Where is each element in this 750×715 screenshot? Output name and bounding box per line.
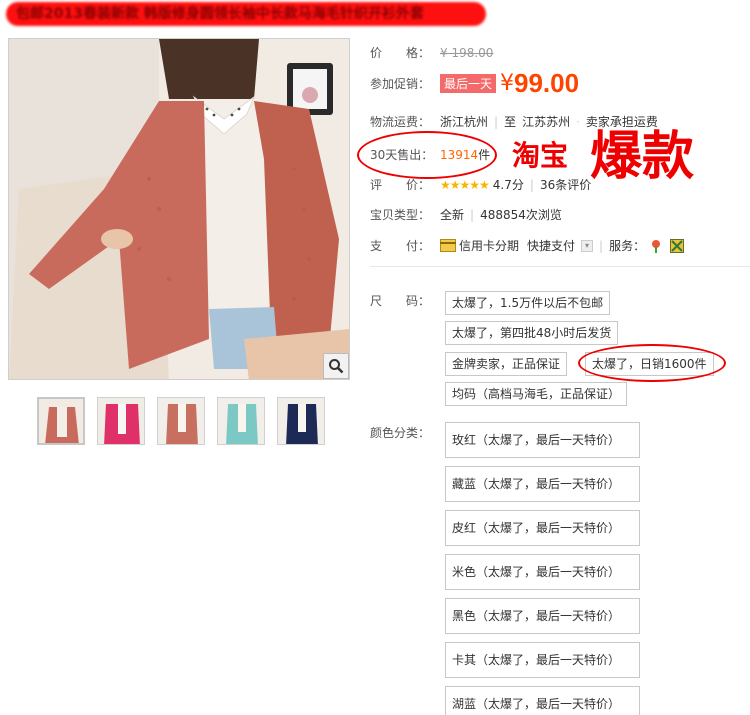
currency-symbol: ¥ <box>500 71 515 96</box>
size-option[interactable]: 均码（高档马海毛，正品保证） <box>445 382 628 406</box>
shipping-to-prefix: 至 <box>504 115 517 129</box>
color-option[interactable]: 湖蓝（太爆了，最后一天特价） <box>445 686 640 715</box>
chevron-down-icon[interactable]: ▾ <box>581 239 594 252</box>
sales-annotation-circle <box>357 131 497 179</box>
daily-sales-annotation-circle <box>578 344 726 382</box>
color-option[interactable]: 藏蓝（太爆了，最后一天特价） <box>445 466 640 502</box>
size-label: 尺 码： <box>370 294 431 308</box>
reviews-link[interactable]: 36条评价 <box>540 176 591 193</box>
original-price: ¥ 198.00 <box>440 45 494 60</box>
divider-bar: | <box>494 114 499 129</box>
hot-item-overlay-text: 爆款 <box>590 127 695 187</box>
size-option[interactable]: 金牌卖家，正品保证 <box>445 352 568 376</box>
promotion-badge: 最后一天 <box>440 74 497 93</box>
product-title: 包邮2013春装新款 韩版修身圆领长袖中长款马海毛针织开衫外套 <box>6 2 486 26</box>
price-label: 价 格： <box>370 46 431 60</box>
shipping-destination[interactable]: 江苏苏州 <box>522 113 570 130</box>
dropdown-dot: · <box>576 114 580 129</box>
divider-bar: | <box>470 207 475 222</box>
thumbnail-navy[interactable] <box>277 397 325 445</box>
thumbnail-aqua[interactable] <box>217 397 265 445</box>
price-row: 价 格： ¥ 198.00 <box>370 44 493 61</box>
color-option[interactable]: 米色（太爆了，最后一天特价） <box>445 554 640 590</box>
promotion-row: 参加促销： 最后一天 ¥ 99.00 <box>370 68 579 99</box>
size-option[interactable]: 太爆了，1.5万件以后不包邮 <box>445 291 611 315</box>
service-label: 服务： <box>609 239 646 253</box>
credit-card-icon <box>440 239 456 252</box>
thumbnail-coral[interactable] <box>37 397 85 445</box>
color-label: 颜色分类： <box>370 426 431 440</box>
product-photo <box>9 39 349 379</box>
color-option[interactable]: 玫红（太爆了，最后一天特价） <box>445 422 640 458</box>
promotion-price: 99.00 <box>514 68 580 98</box>
color-option[interactable]: 黑色（太爆了，最后一天特价） <box>445 598 640 634</box>
payment-label: 支 付： <box>370 239 431 253</box>
magnifier-icon[interactable] <box>323 353 349 379</box>
color-option[interactable]: 卡其（太爆了，最后一天特价） <box>445 642 640 678</box>
item-type-label: 宝贝类型： <box>370 208 431 222</box>
section-divider <box>370 266 750 267</box>
color-option[interactable]: 皮红（太爆了，最后一天特价） <box>445 510 640 546</box>
divider-bar: | <box>599 238 604 253</box>
thumbnail-pink-red[interactable] <box>157 397 205 445</box>
view-count: 488854次浏览 <box>480 208 562 222</box>
taobao-overlay-text: 淘宝 <box>512 139 569 172</box>
shipping-from: 浙江杭州 <box>440 115 489 129</box>
rating-row: 评 价： ★★★★★ 4.7分 | 36条评价 <box>370 176 591 193</box>
payment-row: 支 付： 信用卡分期 快捷支付 ▾ | 服务： <box>370 237 686 254</box>
size-option[interactable]: 太爆了，第四批48小时后发货 <box>445 321 619 345</box>
quick-pay-link[interactable]: 快捷支付 <box>527 237 575 254</box>
item-condition: 全新 <box>440 208 465 222</box>
thumbnail-strip <box>37 397 325 445</box>
flower-service-icon[interactable] <box>648 239 664 253</box>
color-label-row: 颜色分类： <box>370 424 440 441</box>
installment-link[interactable]: 信用卡分期 <box>459 237 519 254</box>
guarantee-service-icon[interactable] <box>670 239 686 253</box>
thumbnail-rose[interactable] <box>97 397 145 445</box>
divider-bar: | <box>529 177 534 192</box>
main-product-image[interactable] <box>8 38 350 380</box>
shipping-label: 物流运费： <box>370 115 431 129</box>
item-type-row: 宝贝类型： 全新 | 488854次浏览 <box>370 206 562 223</box>
star-rating: ★★★★★ <box>440 177 490 192</box>
size-label-row: 尺 码： <box>370 292 440 309</box>
rating-score: 4.7分 <box>492 178 524 192</box>
promotion-label: 参加促销： <box>370 77 431 91</box>
